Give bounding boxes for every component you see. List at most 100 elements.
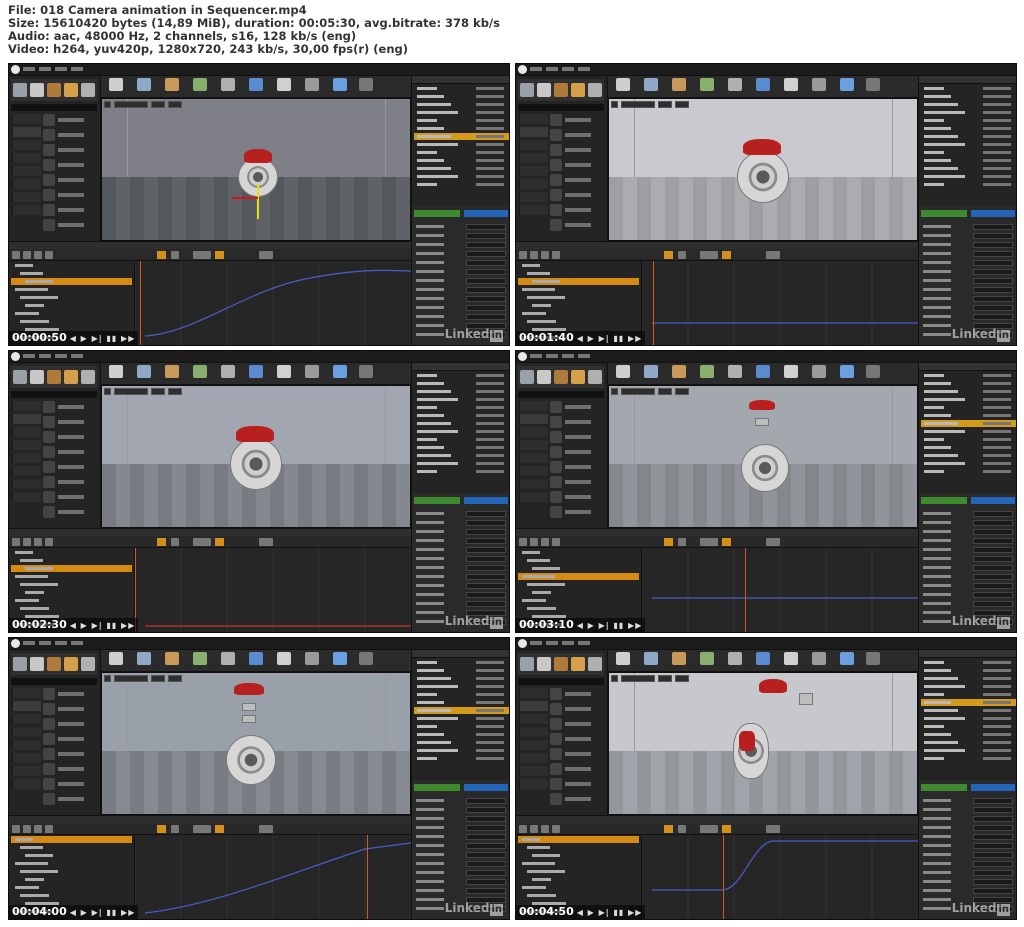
content-icon[interactable] <box>165 78 179 91</box>
property-value[interactable] <box>973 314 1013 320</box>
outliner-row[interactable] <box>921 157 1016 164</box>
snap-icon[interactable] <box>722 251 731 259</box>
transform-gizmo-x[interactable] <box>232 197 258 199</box>
category-item[interactable] <box>518 688 548 698</box>
menu-help[interactable] <box>578 354 590 358</box>
viewport-options-button[interactable] <box>611 675 618 682</box>
outliner-row[interactable] <box>414 444 509 451</box>
geometry-mode-icon[interactable] <box>81 370 95 384</box>
blueprints-icon[interactable] <box>756 78 770 91</box>
property-value[interactable] <box>973 888 1013 894</box>
property-row[interactable] <box>921 556 1016 562</box>
property-row[interactable] <box>414 888 509 894</box>
placeable-item[interactable] <box>550 718 604 730</box>
save-sequence-icon[interactable] <box>12 825 20 833</box>
launch-icon[interactable] <box>866 652 880 665</box>
blueprint-button[interactable] <box>971 210 1015 217</box>
camera-icon[interactable] <box>45 251 53 259</box>
level-viewport[interactable] <box>101 672 411 815</box>
track-row[interactable] <box>518 294 639 301</box>
track-row[interactable] <box>11 852 132 859</box>
snap-icon[interactable] <box>722 538 731 546</box>
placeable-item[interactable] <box>43 748 97 760</box>
property-value[interactable] <box>973 861 1013 867</box>
property-value[interactable] <box>466 251 506 257</box>
find-icon[interactable] <box>530 251 538 259</box>
outliner-row[interactable] <box>414 420 509 427</box>
outliner-row[interactable] <box>921 420 1016 427</box>
menu-help[interactable] <box>71 67 83 71</box>
paint-mode-icon[interactable] <box>30 370 44 384</box>
placeable-item[interactable] <box>43 401 97 413</box>
property-row[interactable] <box>921 888 1016 894</box>
show-button[interactable] <box>168 101 182 108</box>
placeable-item[interactable] <box>43 159 97 171</box>
video-thumbnail[interactable]: 00:00:50 ◀ ▶ ▶| ▮▮ ▶▶ Linked in <box>8 63 510 346</box>
outliner-row[interactable] <box>414 691 509 698</box>
outliner-row[interactable] <box>921 683 1016 690</box>
filter-icon[interactable] <box>171 251 179 259</box>
menu-edit[interactable] <box>546 354 558 358</box>
blueprint-button[interactable] <box>971 784 1015 791</box>
foliage-mode-icon[interactable] <box>571 370 585 384</box>
level-viewport[interactable] <box>608 98 918 241</box>
property-row[interactable] <box>414 834 509 840</box>
placeable-item[interactable] <box>43 129 97 141</box>
property-value[interactable] <box>466 565 506 571</box>
foliage-mode-icon[interactable] <box>571 83 585 97</box>
track-row[interactable] <box>11 565 132 572</box>
category-item[interactable] <box>518 401 548 411</box>
placeable-item[interactable] <box>550 159 604 171</box>
track-row[interactable] <box>11 581 132 588</box>
settings-icon[interactable] <box>221 365 235 378</box>
fps-dropdown[interactable] <box>700 251 718 259</box>
find-icon[interactable] <box>23 825 31 833</box>
launch-icon[interactable] <box>359 652 373 665</box>
track-row[interactable] <box>11 262 132 269</box>
property-value[interactable] <box>466 305 506 311</box>
blueprint-button[interactable] <box>464 784 508 791</box>
lit-button[interactable] <box>658 388 672 395</box>
lit-button[interactable] <box>658 675 672 682</box>
filter-icon[interactable] <box>171 825 179 833</box>
perspective-button[interactable] <box>114 101 148 108</box>
placeable-item[interactable] <box>43 144 97 156</box>
landscape-mode-icon[interactable] <box>554 657 568 671</box>
category-item[interactable] <box>11 453 41 463</box>
property-value[interactable] <box>973 278 1013 284</box>
playhead[interactable] <box>745 548 746 632</box>
property-row[interactable] <box>921 601 1016 607</box>
place-mode-icon[interactable] <box>13 83 27 97</box>
render-icon[interactable] <box>541 538 549 546</box>
lit-button[interactable] <box>151 675 165 682</box>
property-row[interactable] <box>921 278 1016 284</box>
curve-editor[interactable] <box>642 835 918 919</box>
playhead[interactable] <box>367 835 368 919</box>
track-row[interactable] <box>11 597 132 604</box>
property-row[interactable] <box>921 807 1016 813</box>
property-row[interactable] <box>921 529 1016 535</box>
placeable-item[interactable] <box>550 491 604 503</box>
outliner-row[interactable] <box>414 707 509 714</box>
cinematics-icon[interactable] <box>277 78 291 91</box>
property-row[interactable] <box>414 861 509 867</box>
category-item[interactable] <box>518 753 548 763</box>
category-item[interactable] <box>11 492 41 502</box>
property-row[interactable] <box>921 520 1016 526</box>
video-thumbnail[interactable]: 00:02:30 ◀ ▶ ▶| ▮▮ ▶▶ Linked in <box>8 350 510 633</box>
menu-file[interactable] <box>530 641 542 645</box>
property-row[interactable] <box>921 574 1016 580</box>
category-item[interactable] <box>11 727 41 737</box>
property-row[interactable] <box>414 233 509 239</box>
camera-icon[interactable] <box>45 538 53 546</box>
property-row[interactable] <box>414 529 509 535</box>
curve-editor[interactable] <box>135 261 411 345</box>
placeable-item[interactable] <box>550 204 604 216</box>
landscape-mode-icon[interactable] <box>554 370 568 384</box>
outliner-row[interactable] <box>921 117 1016 124</box>
placeable-item[interactable] <box>43 506 97 518</box>
property-row[interactable] <box>414 816 509 822</box>
geometry-mode-icon[interactable] <box>588 657 602 671</box>
track-row[interactable] <box>11 573 132 580</box>
video-thumbnail[interactable]: 00:04:50 ◀ ▶ ▶| ▮▮ ▶▶ Linked in <box>515 637 1017 920</box>
